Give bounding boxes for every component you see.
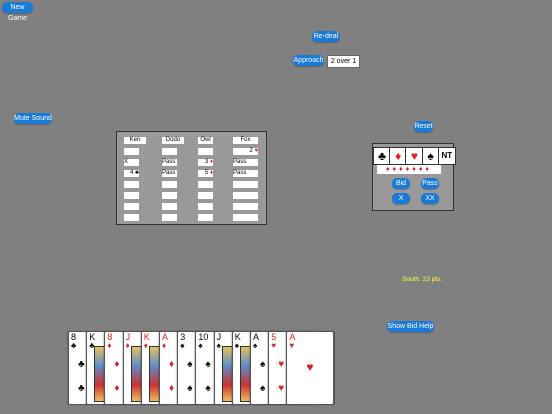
card-pip-icon: ♣ bbox=[78, 359, 85, 370]
card-pip-icon: ♠ bbox=[205, 383, 211, 394]
reset-button[interactable]: Reset bbox=[414, 121, 433, 132]
bid-cell bbox=[162, 148, 177, 155]
player-header-owl: Owl bbox=[198, 137, 213, 144]
notrump-label[interactable]: NT bbox=[437, 147, 456, 165]
new-game-button[interactable]: New Game bbox=[2, 2, 33, 22]
approach-value[interactable]: 2 over 1 bbox=[327, 55, 360, 68]
bid-cell: 5 ♦ bbox=[198, 170, 213, 177]
bid-button[interactable]: Bid bbox=[392, 178, 410, 189]
bid-cell bbox=[162, 181, 177, 188]
bid-cell bbox=[162, 203, 177, 210]
card-suit-icon: ♦ bbox=[125, 341, 130, 350]
bid-suit-icon: ♦ bbox=[209, 159, 213, 165]
card-pip-icon: ♦ bbox=[169, 359, 175, 370]
bid-cell: X bbox=[124, 159, 139, 166]
bid-suit-icon: ♦ bbox=[209, 170, 213, 176]
card-suit-icon: ♠ bbox=[180, 341, 185, 350]
approach-button[interactable]: Approach bbox=[293, 55, 324, 66]
bid-cell bbox=[124, 148, 139, 155]
bid-cell: 3 ♦ bbox=[198, 159, 213, 166]
bid-cell bbox=[198, 214, 213, 221]
bid-cell bbox=[198, 148, 213, 155]
bid-cell bbox=[124, 214, 139, 221]
mute-sound-button[interactable]: Mute Sound bbox=[14, 113, 52, 124]
bid-cell bbox=[124, 192, 139, 199]
pass-button[interactable]: Pass bbox=[421, 178, 439, 189]
card-pip-icon: ♠ bbox=[187, 359, 193, 370]
redouble-button[interactable]: XX bbox=[421, 193, 439, 204]
card-pip-icon: ♣ bbox=[78, 383, 85, 394]
card-pip-icon: ♥ bbox=[306, 360, 314, 374]
player-header-ken: Ken bbox=[124, 137, 146, 144]
bid-cell bbox=[198, 203, 213, 210]
card-pip-icon: ♠ bbox=[187, 383, 193, 394]
card-suit-icon: ♦ bbox=[162, 341, 167, 350]
redeal-button[interactable]: Re-deal bbox=[312, 31, 340, 42]
bid-cell bbox=[233, 214, 258, 221]
bid-suit-icon: ♣ bbox=[135, 170, 139, 176]
card-suit-icon: ♦ bbox=[107, 341, 112, 350]
card-pip-icon: ♦ bbox=[114, 359, 120, 370]
card-suit-icon: ♥ bbox=[289, 341, 295, 350]
bid-cell: 4 ♣ bbox=[124, 170, 139, 177]
card-pip-icon: ♦ bbox=[114, 383, 120, 394]
bid-cell bbox=[233, 203, 258, 210]
playing-card[interactable]: A ♥ ♥ bbox=[286, 331, 335, 405]
bid-cell bbox=[198, 192, 213, 199]
card-suit-icon: ♥ bbox=[271, 341, 276, 350]
double-button[interactable]: X bbox=[392, 193, 410, 204]
card-suit-icon: ♦ bbox=[143, 341, 148, 350]
card-suit-icon: ♠ bbox=[216, 341, 221, 350]
card-suit-icon: ♠ bbox=[234, 341, 240, 350]
bid-cell bbox=[124, 203, 139, 210]
bid-cell bbox=[198, 181, 213, 188]
bid-cell: 2 ♥ bbox=[233, 148, 258, 155]
card-pip-icon: ♠ bbox=[260, 359, 266, 370]
card-pip-icon: ♥ bbox=[278, 383, 285, 394]
player-header-dodo: Dodo bbox=[162, 137, 184, 144]
bid-level-row[interactable]: ♦♦♦♦♦♦♦ bbox=[377, 165, 441, 174]
south-score: South: 23 pts. bbox=[402, 276, 443, 283]
bid-cell: Pass bbox=[233, 170, 258, 177]
bid-cell: Pass bbox=[233, 159, 258, 166]
bid-cell bbox=[233, 181, 258, 188]
card-pip-icon: ♠ bbox=[205, 359, 211, 370]
bid-suit-icon: ♥ bbox=[254, 148, 258, 154]
face-card-art bbox=[130, 346, 142, 402]
card-pip-icon: ♠ bbox=[260, 383, 266, 394]
bid-cell bbox=[124, 181, 139, 188]
bid-cell bbox=[162, 192, 177, 199]
bidding-table: Ken Dodo Owl Fox 2 ♥ X Pass 3 ♦ Pass 4 ♣ Pass 5 ♦ Pa… bbox=[116, 131, 267, 225]
card-suit-icon: ♣ bbox=[71, 341, 77, 350]
bid-cell bbox=[162, 214, 177, 221]
show-bid-help-button[interactable]: Show Bid Help bbox=[387, 321, 434, 332]
bid-box: ♦♦♦♦♦♦♦ Bid Pass X XX ♣ ♦ ♥ ♠ NT bbox=[372, 143, 456, 211]
card-suit-icon: ♠ bbox=[253, 341, 258, 350]
card-suit-icon: ♠ bbox=[198, 341, 203, 350]
face-card-art bbox=[221, 346, 233, 402]
card-pip-icon: ♥ bbox=[278, 359, 285, 370]
bid-cell bbox=[233, 192, 258, 199]
bid-cell: Pass bbox=[162, 170, 177, 177]
card-pip-icon: ♦ bbox=[169, 383, 175, 394]
bid-cell: Pass bbox=[162, 159, 177, 166]
player-header-fox: Fox bbox=[233, 137, 258, 144]
